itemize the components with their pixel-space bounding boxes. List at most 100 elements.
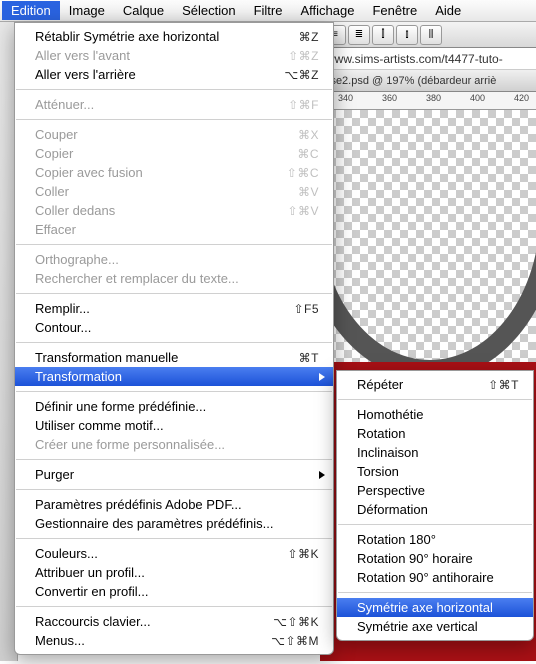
align-btn-3[interactable]: ⫿: [372, 25, 394, 45]
menu-item-shortcut: ⇧⌘K: [287, 547, 319, 561]
menu-item-label: Perspective: [357, 483, 519, 498]
menu-item-label: Rotation 180°: [357, 532, 519, 547]
edition-item-33[interactable]: Convertir en profil...: [15, 582, 333, 601]
edition-item-24: Créer une forme personnalisée...: [15, 435, 333, 454]
menu-item-label: Menus...: [35, 633, 259, 648]
menu-item-label: Rotation 90° horaire: [357, 551, 519, 566]
transform-item-13[interactable]: Symétrie axe horizontal: [337, 598, 533, 617]
transform-item-10[interactable]: Rotation 90° horaire: [337, 549, 533, 568]
edition-item-22[interactable]: Définir une forme prédéfinie...: [15, 397, 333, 416]
edition-item-4: Atténuer... ⇧⌘F: [15, 95, 333, 114]
transform-item-2[interactable]: Homothétie: [337, 405, 533, 424]
menu-item-label: Orthographe...: [35, 252, 319, 267]
edition-item-19[interactable]: Transformation manuelle⌘T: [15, 348, 333, 367]
edition-separator: [16, 606, 332, 607]
edition-item-20[interactable]: Transformation: [15, 367, 333, 386]
edition-separator: [16, 293, 332, 294]
edition-item-31[interactable]: Couleurs... ⇧⌘K: [15, 544, 333, 563]
transform-item-6[interactable]: Perspective: [337, 481, 533, 500]
edition-item-32[interactable]: Attribuer un profil...: [15, 563, 333, 582]
menu-item-shortcut: ⌘C: [297, 147, 319, 161]
menu-item-label: Transformation: [35, 369, 319, 384]
menu-item-label: Rétablir Symétrie axe horizontal: [35, 29, 287, 44]
menu-item-label: Raccourcis clavier...: [35, 614, 261, 629]
edition-item-13: Orthographe...: [15, 250, 333, 269]
menubar-item-fenêtre[interactable]: Fenêtre: [363, 1, 426, 20]
menu-item-shortcut: ⇧⌘F: [288, 98, 319, 112]
menubar-item-calque[interactable]: Calque: [114, 1, 173, 20]
transform-item-3[interactable]: Rotation: [337, 424, 533, 443]
menu-item-label: Torsion: [357, 464, 519, 479]
transform-item-11[interactable]: Rotation 90° antihoraire: [337, 568, 533, 587]
transform-item-4[interactable]: Inclinaison: [337, 443, 533, 462]
document-title-bar: ise2.psd @ 197% (débardeur arriè: [320, 70, 536, 92]
menu-item-label: Effacer: [35, 222, 319, 237]
menu-item-shortcut: ⇧F5: [293, 302, 319, 316]
align-btn-4[interactable]: ⫾: [396, 25, 418, 45]
menubar-item-aide[interactable]: Aide: [426, 1, 470, 20]
transform-separator: [338, 399, 532, 400]
menu-item-label: Déformation: [357, 502, 519, 517]
menu-item-label: Convertir en profil...: [35, 584, 319, 599]
edition-item-1: Aller vers l'avant⇧⌘Z: [15, 46, 333, 65]
transform-separator: [338, 524, 532, 525]
edition-item-28[interactable]: Paramètres prédéfinis Adobe PDF...: [15, 495, 333, 514]
artwork-outline: [320, 110, 536, 380]
edition-item-16[interactable]: Remplir... ⇧F5: [15, 299, 333, 318]
menu-item-label: Aller vers l'arrière: [35, 67, 272, 82]
menu-item-shortcut: ⇧⌘V: [287, 204, 319, 218]
edition-item-8: Copier avec fusion⇧⌘C: [15, 163, 333, 182]
ruler-tick: 400: [470, 93, 485, 103]
edition-item-23[interactable]: Utiliser comme motif...: [15, 416, 333, 435]
menu-item-label: Couleurs...: [35, 546, 275, 561]
menu-item-label: Créer une forme personnalisée...: [35, 437, 319, 452]
transform-item-9[interactable]: Rotation 180°: [337, 530, 533, 549]
document-title-text: ise2.psd @ 197% (débardeur arriè: [328, 75, 496, 87]
menu-item-label: Couper: [35, 127, 286, 142]
edition-item-17[interactable]: Contour...: [15, 318, 333, 337]
menu-item-label: Contour...: [35, 320, 319, 335]
edition-item-35[interactable]: Raccourcis clavier...⌥⇧⌘K: [15, 612, 333, 631]
align-btn-5[interactable]: ⫼: [420, 25, 442, 45]
align-btn-2[interactable]: ≣: [348, 25, 370, 45]
menu-item-label: Rechercher et remplacer du texte...: [35, 271, 319, 286]
transform-separator: [338, 592, 532, 593]
menubar-item-edition[interactable]: Edition: [2, 1, 60, 20]
ruler-horizontal: 340360380400420: [320, 92, 536, 110]
menu-item-label: Remplir...: [35, 301, 281, 316]
menubar-item-affichage[interactable]: Affichage: [291, 1, 363, 20]
transform-item-5[interactable]: Torsion: [337, 462, 533, 481]
transform-item-0[interactable]: Répéter⇧⌘T: [337, 375, 533, 394]
transform-item-14[interactable]: Symétrie axe vertical: [337, 617, 533, 636]
edition-separator: [16, 89, 332, 90]
menu-item-label: Aller vers l'avant: [35, 48, 276, 63]
menubar-item-sélection[interactable]: Sélection: [173, 1, 244, 20]
edition-item-11: Effacer: [15, 220, 333, 239]
edition-separator: [16, 342, 332, 343]
menu-item-label: Coller: [35, 184, 286, 199]
edition-separator: [16, 119, 332, 120]
edition-item-14: Rechercher et remplacer du texte...: [15, 269, 333, 288]
menu-item-shortcut: ⌘T: [299, 351, 319, 365]
ruler-tick: 340: [338, 93, 353, 103]
menubar-item-image[interactable]: Image: [60, 1, 114, 20]
edition-item-26[interactable]: Purger: [15, 465, 333, 484]
menu-item-shortcut: ⌥⇧⌘M: [271, 634, 319, 648]
menu-item-label: Atténuer...: [35, 97, 276, 112]
edition-item-29[interactable]: Gestionnaire des paramètres prédéfinis..…: [15, 514, 333, 533]
edition-item-0[interactable]: Rétablir Symétrie axe horizontal ⌘Z: [15, 27, 333, 46]
edition-separator: [16, 489, 332, 490]
menubar-item-filtre[interactable]: Filtre: [245, 1, 292, 20]
menu-item-label: Paramètres prédéfinis Adobe PDF...: [35, 497, 319, 512]
transform-item-7[interactable]: Déformation: [337, 500, 533, 519]
transformation-submenu: Répéter⇧⌘T HomothétieRotationInclinaison T…: [336, 370, 534, 641]
menu-item-label: Coller dedans: [35, 203, 275, 218]
ruler-tick: 360: [382, 93, 397, 103]
edition-item-2[interactable]: Aller vers l'arrière⌥⌘Z: [15, 65, 333, 84]
menu-item-shortcut: ⌘Z: [299, 30, 319, 44]
edition-item-36[interactable]: Menus... ⌥⇧⌘M: [15, 631, 333, 650]
edition-menu: Rétablir Symétrie axe horizontal ⌘Z Aller …: [14, 22, 334, 655]
menu-item-label: Symétrie axe horizontal: [357, 600, 519, 615]
menu-item-label: Rotation 90° antihoraire: [357, 570, 519, 585]
edition-item-9: Coller⌘V: [15, 182, 333, 201]
